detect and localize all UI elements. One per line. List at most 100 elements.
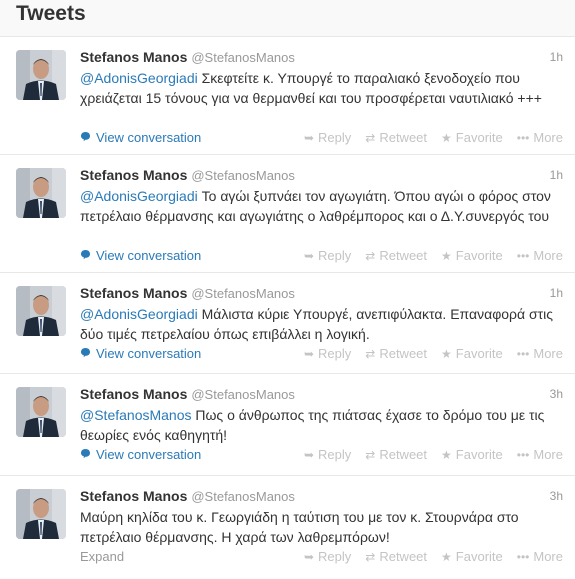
author-name[interactable]: Stefanos Manos	[80, 49, 187, 65]
tweet-timestamp[interactable]: 3h	[550, 489, 563, 503]
author-handle[interactable]: @StefanosManos	[191, 489, 295, 504]
conversation-bubble-icon	[80, 346, 91, 361]
favorite-button[interactable]: ★ Favorite	[441, 248, 503, 263]
author-handle[interactable]: @StefanosManos	[191, 387, 295, 402]
favorite-button[interactable]: ★ Favorite	[441, 130, 503, 145]
tweet-actions: ➥ Reply ⇄ Retweet ★ Favorite ••• More	[290, 130, 563, 145]
retweet-icon: ⇄	[365, 549, 376, 564]
tweet-timestamp[interactable]: 3h	[550, 387, 563, 401]
favorite-button[interactable]: ★ Favorite	[441, 447, 503, 462]
retweet-label: Retweet	[379, 130, 428, 145]
mention-link[interactable]: @AdonisGeorgiadi	[80, 306, 198, 322]
author-name[interactable]: Stefanos Manos	[80, 167, 187, 183]
reply-button[interactable]: ➥ Reply	[304, 248, 351, 263]
mention-link[interactable]: @AdonisGeorgiadi	[80, 70, 198, 86]
more-dots-icon: •••	[516, 549, 530, 564]
tweet-text: @AdonisGeorgiadi Το αγώι ξυπνάει τον αγω…	[80, 186, 557, 226]
author-handle[interactable]: @StefanosManos	[191, 168, 295, 183]
more-dots-icon: •••	[516, 248, 530, 263]
view-conversation-label: View conversation	[96, 447, 202, 462]
reply-icon: ➥	[303, 248, 315, 263]
tweet-text: @AdonisGeorgiadi Μάλιστα κύριε Υπουργέ, …	[80, 304, 557, 344]
avatar-image	[16, 168, 66, 218]
tweet-timestamp[interactable]: 1h	[550, 286, 563, 300]
star-icon: ★	[441, 447, 452, 462]
favorite-label: Favorite	[455, 549, 503, 564]
view-conversation-link[interactable]: View conversation	[80, 346, 201, 361]
reply-icon: ➥	[303, 130, 315, 145]
tweet-item[interactable]: Stefanos Manos @StefanosManos 1h @AdonisG…	[0, 273, 575, 374]
tweet-item[interactable]: Stefanos Manos @StefanosManos 3h Μαύρη κη…	[0, 476, 575, 579]
more-dots-icon: •••	[516, 346, 530, 361]
avatar[interactable]	[16, 168, 66, 218]
expand-link[interactable]: Expand	[80, 549, 124, 564]
author-name[interactable]: Stefanos Manos	[80, 488, 187, 504]
more-button[interactable]: ••• More	[517, 130, 563, 145]
more-label: More	[533, 549, 563, 564]
view-conversation-label: View conversation	[96, 248, 202, 263]
mention-link[interactable]: @AdonisGeorgiadi	[80, 188, 198, 204]
avatar[interactable]	[16, 489, 66, 539]
more-button[interactable]: ••• More	[517, 346, 563, 361]
avatar[interactable]	[16, 286, 66, 336]
mention-link[interactable]: @StefanosManos	[80, 407, 192, 423]
retweet-button[interactable]: ⇄ Retweet	[365, 346, 427, 361]
retweet-label: Retweet	[379, 346, 428, 361]
tweets-timeline: Tweets Stefanos Manos @StefanosManos 1h @…	[0, 0, 575, 579]
tweet-footer: Expand ➥ Reply ⇄ Retweet ★ Favorite ••• More	[80, 549, 563, 567]
tweet-text: @AdonisGeorgiadi Σκεφτείτε κ. Υπουργέ το…	[80, 68, 557, 108]
retweet-button[interactable]: ⇄ Retweet	[365, 248, 427, 263]
tweet-actions: ➥ Reply ⇄ Retweet ★ Favorite ••• More	[290, 447, 563, 462]
author-name[interactable]: Stefanos Manos	[80, 285, 187, 301]
favorite-label: Favorite	[455, 248, 503, 263]
favorite-button[interactable]: ★ Favorite	[441, 549, 503, 564]
view-conversation-link[interactable]: View conversation	[80, 447, 201, 462]
reply-button[interactable]: ➥ Reply	[304, 346, 351, 361]
star-icon: ★	[441, 346, 452, 361]
retweet-button[interactable]: ⇄ Retweet	[365, 447, 427, 462]
reply-icon: ➥	[303, 549, 315, 564]
tweet-timestamp[interactable]: 1h	[550, 168, 563, 182]
retweet-label: Retweet	[379, 248, 428, 263]
retweet-icon: ⇄	[365, 130, 376, 145]
tweet-actions: ➥ Reply ⇄ Retweet ★ Favorite ••• More	[290, 346, 563, 361]
tweet-body: Μαύρη κηλίδα του κ. Γεωργιάδη η ταύτιση …	[80, 509, 519, 545]
tweet-timestamp[interactable]: 1h	[550, 50, 563, 64]
favorite-button[interactable]: ★ Favorite	[441, 346, 503, 361]
tweet-item[interactable]: Stefanos Manos @StefanosManos 3h @Stefano…	[0, 374, 575, 476]
conversation-bubble-icon	[80, 248, 91, 263]
reply-label: Reply	[318, 248, 352, 263]
more-label: More	[533, 248, 563, 263]
more-button[interactable]: ••• More	[517, 248, 563, 263]
avatar[interactable]	[16, 387, 66, 437]
reply-button[interactable]: ➥ Reply	[304, 447, 351, 462]
tweet-actions: ➥ Reply ⇄ Retweet ★ Favorite ••• More	[290, 549, 563, 564]
tweet-header: Stefanos Manos @StefanosManos 3h	[80, 386, 563, 404]
tweet-footer: View conversation ➥ Reply ⇄ Retweet ★ Favor…	[80, 447, 563, 465]
author-handle[interactable]: @StefanosManos	[191, 286, 295, 301]
tweet-item[interactable]: Stefanos Manos @StefanosManos 1h @AdonisG…	[0, 155, 575, 273]
retweet-icon: ⇄	[365, 248, 376, 263]
tweet-header: Stefanos Manos @StefanosManos 3h	[80, 488, 563, 506]
retweet-icon: ⇄	[365, 447, 376, 462]
timeline-header: Tweets	[0, 0, 575, 37]
more-dots-icon: •••	[516, 447, 530, 462]
author-handle[interactable]: @StefanosManos	[191, 50, 295, 65]
avatar[interactable]	[16, 50, 66, 100]
avatar-image	[16, 50, 66, 100]
reply-button[interactable]: ➥ Reply	[304, 549, 351, 564]
tweet-item[interactable]: Stefanos Manos @StefanosManos 1h @AdonisG…	[0, 37, 575, 155]
more-button[interactable]: ••• More	[517, 549, 563, 564]
view-conversation-link[interactable]: View conversation	[80, 248, 201, 263]
star-icon: ★	[441, 130, 452, 145]
star-icon: ★	[441, 549, 452, 564]
retweet-button[interactable]: ⇄ Retweet	[365, 549, 427, 564]
view-conversation-link[interactable]: View conversation	[80, 130, 201, 145]
more-button[interactable]: ••• More	[517, 447, 563, 462]
retweet-button[interactable]: ⇄ Retweet	[365, 130, 427, 145]
tweet-text: Μαύρη κηλίδα του κ. Γεωργιάδη η ταύτιση …	[80, 507, 557, 547]
tweet-header: Stefanos Manos @StefanosManos 1h	[80, 285, 563, 303]
tweet-actions: ➥ Reply ⇄ Retweet ★ Favorite ••• More	[290, 248, 563, 263]
reply-button[interactable]: ➥ Reply	[304, 130, 351, 145]
author-name[interactable]: Stefanos Manos	[80, 386, 187, 402]
